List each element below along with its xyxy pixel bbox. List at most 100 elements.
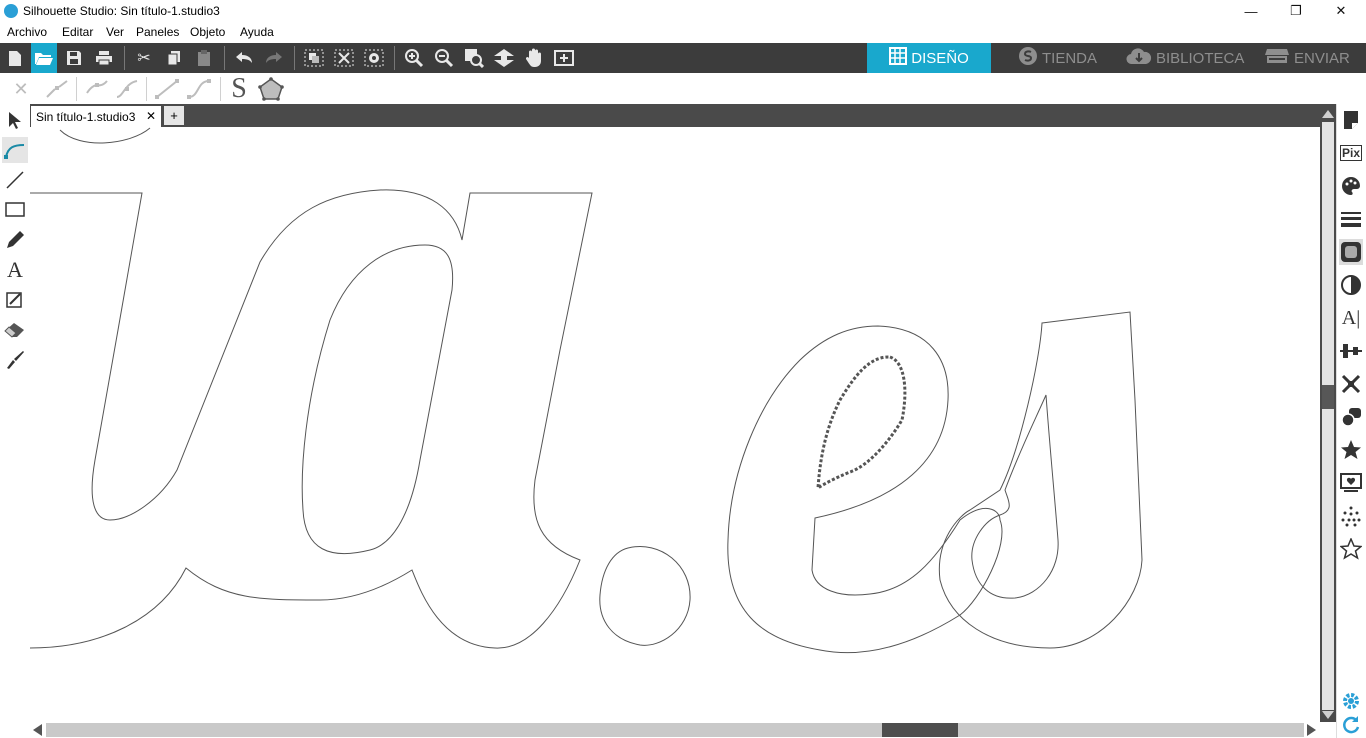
fill-color-icon[interactable] [1339,173,1363,199]
print-icon[interactable] [92,47,116,69]
trace-panel-icon[interactable] [1339,503,1363,529]
window-title: Silhouette Studio: Sin título-1.studio3 [23,4,220,18]
tab-diseno[interactable]: DISEÑO [867,43,991,73]
break-path-icon[interactable] [44,76,70,102]
scroll-right-arrow-icon[interactable] [1307,724,1316,736]
paste-icon[interactable] [192,47,216,69]
trace-icon[interactable] [2,287,28,313]
tab-biblioteca[interactable]: BIBLIOTECA [1126,43,1244,73]
new-document-icon[interactable] [3,47,27,69]
cut-icon[interactable]: ✂ [132,47,156,69]
zoom-in-icon[interactable] [402,47,426,69]
undo-icon[interactable] [232,47,256,69]
text-style-icon[interactable]: A| [1339,305,1363,331]
pan-hand-icon[interactable] [522,47,546,69]
pentagon-shape-icon[interactable] [258,76,284,102]
silhouette-logo-icon [4,4,18,18]
tab-enviar[interactable]: ENVIAR [1264,43,1350,73]
modify-icon[interactable] [1339,404,1363,430]
pixscan-icon[interactable]: Pix [1339,140,1363,166]
text-icon[interactable]: A [2,257,28,283]
menu-ayuda[interactable]: Ayuda [240,25,274,39]
scroll-left-arrow-icon[interactable] [33,724,42,736]
shape-letter-e [727,325,1003,654]
menu-archivo[interactable]: Archivo [7,25,47,39]
title-bar: Silhouette Studio: Sin título-1.studio3 … [0,0,1366,22]
design-canvas[interactable] [30,127,1320,722]
horizontal-scroll-track[interactable] [46,723,1304,737]
pencil-icon[interactable] [2,227,28,253]
transform-icon[interactable] [1339,371,1363,397]
zoom-fit-icon[interactable] [462,47,486,69]
edit-points-icon[interactable] [2,137,28,163]
line-style-icon[interactable] [1339,206,1363,232]
canvas-drawing [30,127,1143,654]
scroll-up-arrow-icon[interactable] [1322,110,1334,118]
minimize-button[interactable]: — [1228,0,1274,22]
add-tab-button[interactable]: + [164,106,184,125]
toolbar-separator [146,77,147,101]
shape-partial-arc [59,127,151,144]
zoom-out-icon[interactable] [432,47,456,69]
document-tab-bar: Sin título-1.studio3 ✕ + [30,104,1336,127]
page-setup-icon[interactable] [1339,107,1363,133]
eraser-icon[interactable] [2,317,28,343]
menu-bar: Archivo Editar Ver Paneles Objeto Ayuda [0,22,1366,43]
horizontal-scroll-thumb[interactable] [882,723,958,737]
corner-point-icon[interactable] [84,76,110,102]
copy-icon[interactable] [162,47,186,69]
ungroup-icon[interactable] [332,47,356,69]
group-icon[interactable] [302,47,326,69]
toolbar-separator [76,77,77,101]
add-page-icon[interactable] [552,47,576,69]
toolbar-separator [394,46,395,70]
offset-icon[interactable] [1339,239,1363,265]
compound-path-icon[interactable] [362,47,386,69]
sync-icon[interactable] [1339,712,1363,738]
move-down-icon[interactable] [492,47,516,69]
scroll-down-arrow-icon[interactable] [1322,711,1334,719]
settings-gear-icon[interactable] [1339,688,1363,714]
curve-segment-icon[interactable] [186,76,212,102]
tab-tienda[interactable]: TIENDA [1018,43,1097,73]
smooth-point-icon[interactable] [114,76,140,102]
maximize-button[interactable]: ❐ [1273,0,1319,22]
vertical-scroll-thumb[interactable] [1322,385,1334,409]
send-icon[interactable] [1339,470,1363,496]
vertical-scroll-track[interactable] [1322,122,1334,710]
close-tab-icon[interactable]: ✕ [146,109,156,123]
shape-letter-e-counter-selected [816,355,907,492]
shape-letter-s [938,311,1143,649]
cloud-icon [1126,47,1152,70]
select-arrow-icon[interactable] [2,107,28,133]
delete-point-icon[interactable]: ✕ [8,76,34,102]
shape-letter-a-counter [301,244,454,555]
line-icon[interactable] [2,167,28,193]
menu-paneles[interactable]: Paneles [136,25,179,39]
replicate-icon[interactable] [1339,272,1363,298]
knife-icon[interactable] [2,347,28,373]
menu-editar[interactable]: Editar [62,25,93,39]
document-tab[interactable]: Sin título-1.studio3 ✕ [31,106,161,127]
tab-enviar-label: ENVIAR [1294,49,1350,67]
close-window-button[interactable]: ✕ [1318,0,1364,22]
open-folder-icon[interactable] [31,43,57,73]
shape-dot [599,546,691,646]
tab-tienda-label: TIENDA [1042,49,1098,67]
main-toolbar: ✂ DISEÑO TIENDA BIBLIOTECA ENVIAR [0,43,1366,73]
straighten-segment-icon[interactable] [154,76,180,102]
document-tab-label: Sin título-1.studio3 [36,110,136,124]
toolbar-separator [124,46,125,70]
menu-objeto[interactable]: Objeto [190,25,225,39]
save-icon[interactable] [62,47,86,69]
redo-icon[interactable] [262,47,286,69]
toolbar-separator [294,46,295,70]
toolbar-separator [224,46,225,70]
menu-ver[interactable]: Ver [106,25,124,39]
rectangle-icon[interactable] [2,197,28,223]
align-icon[interactable] [1339,338,1363,364]
grid-icon [889,46,908,70]
simplify-path-icon[interactable]: S [226,73,252,104]
library-star-icon[interactable] [1339,437,1363,463]
favorite-star-icon[interactable] [1339,536,1363,562]
